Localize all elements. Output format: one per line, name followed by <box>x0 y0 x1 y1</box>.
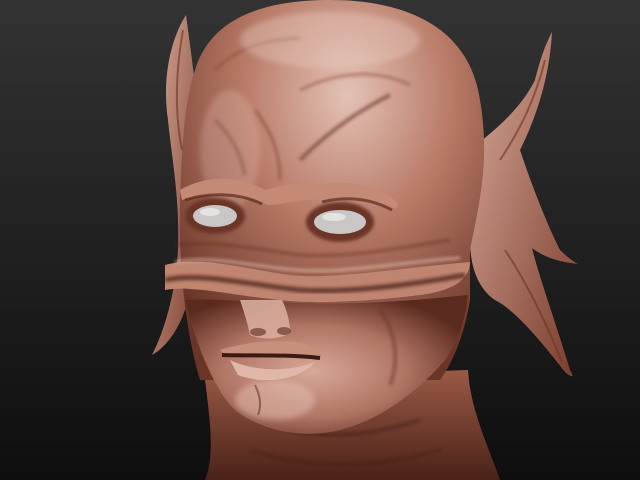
right-eye <box>306 202 374 242</box>
left-eye <box>185 198 245 234</box>
sculpt-render <box>0 0 640 480</box>
render-viewport <box>0 0 640 480</box>
